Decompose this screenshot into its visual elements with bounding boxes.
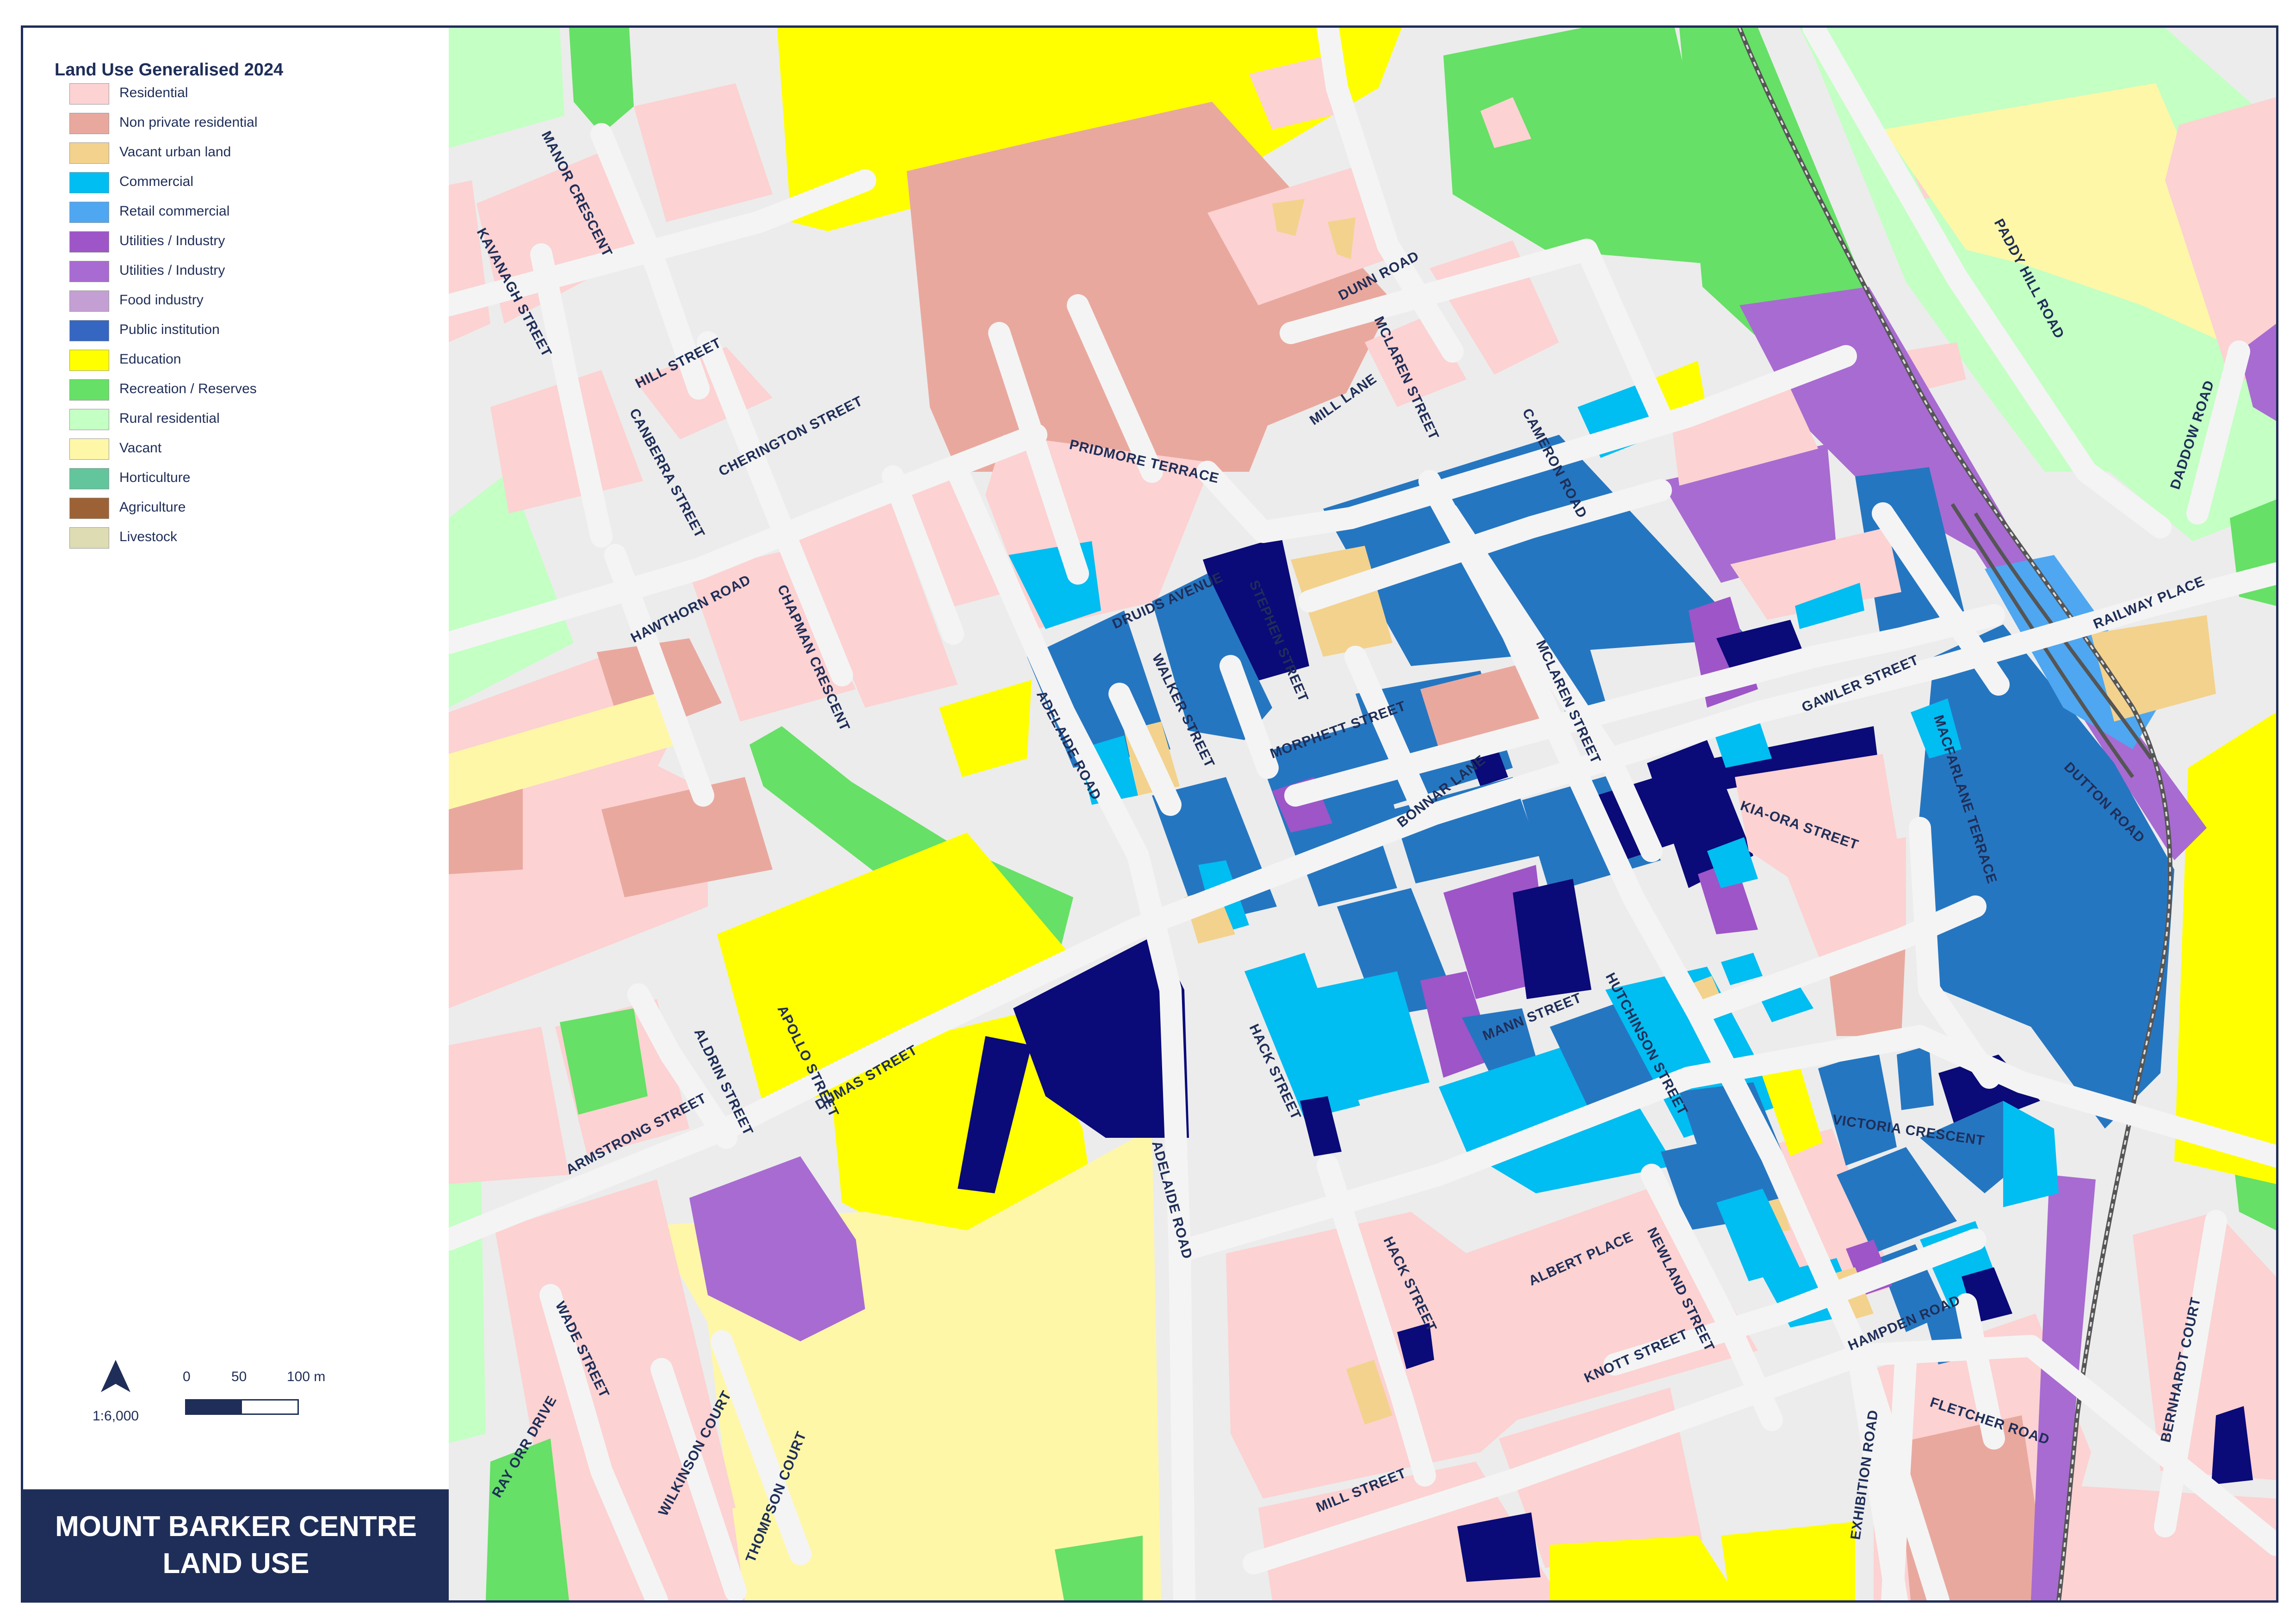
scale-tick-0: 0 — [183, 1369, 191, 1384]
legend-label: Livestock — [119, 529, 178, 544]
legend-label: Vacant urban land — [119, 144, 231, 160]
parcel-education — [2174, 712, 2276, 1184]
map-title-line-2: LAND USE — [162, 1548, 309, 1580]
scale-labels: 0 50 100 m — [183, 1369, 335, 1388]
legend-swatch — [69, 379, 109, 401]
legend-label: Horticulture — [119, 470, 191, 485]
legend-swatch — [69, 172, 109, 193]
parcel-education — [1721, 1522, 1855, 1600]
legend-swatch — [69, 438, 109, 460]
legend-swatch — [69, 202, 109, 223]
legend-label: Utilities / Industry — [119, 263, 225, 278]
legend-label: Agriculture — [119, 500, 186, 515]
legend-swatch — [69, 290, 109, 312]
legend-swatch — [69, 498, 109, 519]
land-use-map[interactable]: MANOR CRESCENT KAVANAGH STREET HILL STRE… — [449, 28, 2276, 1600]
legend-swatch — [69, 83, 109, 105]
map-frame: Land Use Generalised 2024 Residential Non… — [21, 25, 2278, 1603]
legend-panel: Land Use Generalised 2024 Residential Non… — [23, 28, 449, 1600]
legend-swatch — [69, 231, 109, 253]
legend-label: Retail commercial — [119, 204, 230, 219]
legend-label: Vacant — [119, 440, 162, 456]
scale-tick-50: 50 — [231, 1369, 247, 1384]
legend-swatch — [69, 409, 109, 430]
legend-swatch — [69, 350, 109, 371]
parcel-public-institution — [1897, 1045, 1934, 1110]
title-box: MOUNT BARKER CENTRE LAND USE — [23, 1489, 449, 1600]
legend-label: Commercial — [119, 174, 194, 189]
scale-ratio: 1:6,000 — [93, 1408, 139, 1424]
map-title-line-1: MOUNT BARKER CENTRE — [55, 1511, 417, 1543]
legend-label: Public institution — [119, 322, 220, 337]
legend-label: Utilities / Industry — [119, 233, 225, 248]
legend-label: Education — [119, 352, 181, 367]
legend-label: Non private residential — [119, 115, 258, 130]
legend-swatch — [69, 113, 109, 134]
scale-tick-100: 100 m — [287, 1369, 326, 1384]
legend-title: Land Use Generalised 2024 — [55, 60, 284, 80]
legend-swatch — [69, 261, 109, 282]
legend-swatch — [69, 320, 109, 341]
map-canvas[interactable]: MANOR CRESCENT KAVANAGH STREET HILL STRE… — [449, 28, 2276, 1600]
legend-swatch — [69, 142, 109, 164]
scale-bar — [185, 1399, 299, 1415]
legend-swatch — [69, 468, 109, 489]
north-arrow-icon — [101, 1360, 130, 1392]
legend-label: Rural residential — [119, 411, 220, 426]
legend-label: Residential — [119, 85, 188, 100]
legend-label: Food industry — [119, 292, 204, 308]
legend-swatch — [69, 527, 109, 549]
legend-label: Recreation / Reserves — [119, 381, 257, 396]
